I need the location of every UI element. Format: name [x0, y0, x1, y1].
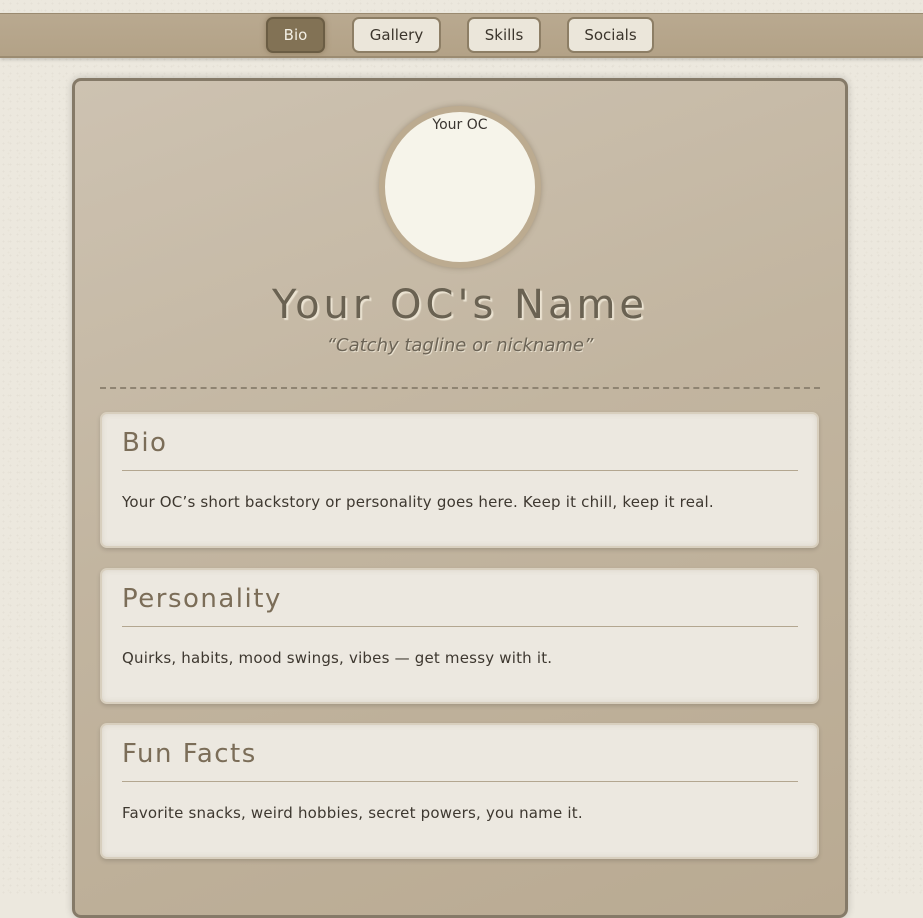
section-rule	[122, 626, 798, 627]
character-name: Your OC's Name	[271, 282, 649, 328]
top-nav-bar: Bio Gallery Skills Socials	[0, 13, 923, 58]
section-title: Bio	[122, 428, 168, 458]
nav-tab-skills[interactable]: Skills	[467, 17, 541, 53]
section-text: Favorite snacks, weird hobbies, secret p…	[122, 804, 583, 822]
section-personality: Personality Quirks, habits, mood swings,…	[100, 568, 819, 704]
section-text: Quirks, habits, mood swings, vibes — get…	[122, 649, 553, 667]
nav-tab-gallery[interactable]: Gallery	[352, 17, 441, 53]
avatar: Your OC	[379, 106, 541, 268]
character-tagline: “Catchy tagline or nickname”	[326, 335, 594, 356]
nav-tab-socials[interactable]: Socials	[567, 17, 654, 53]
nav-tab-bio[interactable]: Bio	[266, 17, 325, 53]
section-text: Your OC’s short backstory or personality…	[122, 493, 714, 511]
section-rule	[122, 470, 798, 471]
section-bio: Bio Your OC’s short backstory or persona…	[100, 412, 819, 548]
section-fun-facts: Fun Facts Favorite snacks, weird hobbies…	[100, 723, 819, 859]
header-divider	[100, 387, 820, 389]
section-rule	[122, 781, 798, 782]
section-title: Fun Facts	[122, 739, 257, 769]
section-title: Personality	[122, 584, 282, 614]
avatar-alt-text: Your OC	[432, 117, 488, 133]
